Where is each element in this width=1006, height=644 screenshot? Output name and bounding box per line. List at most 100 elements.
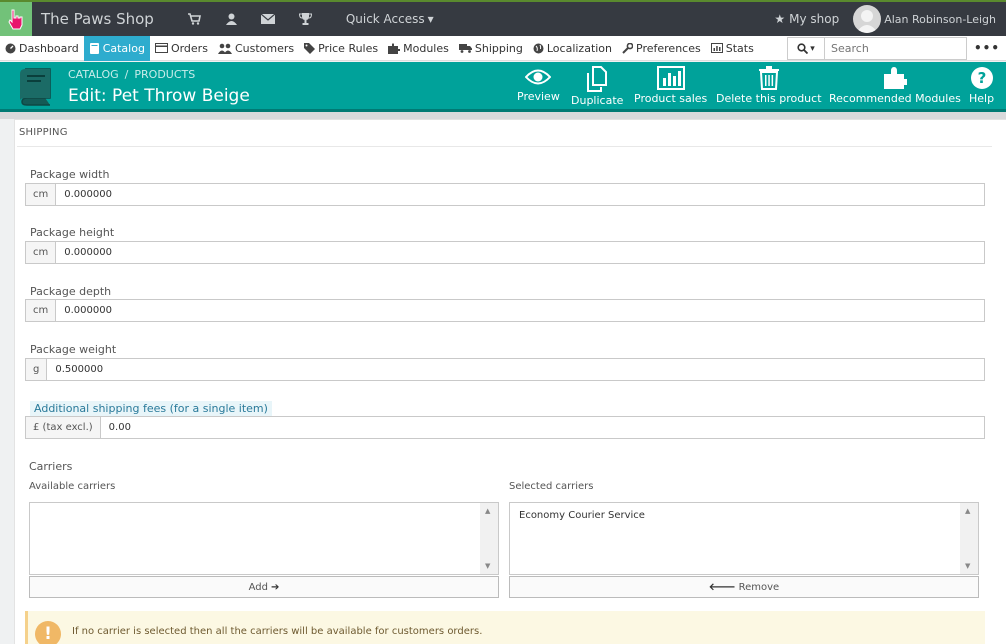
menu-item-label: Customers	[234, 41, 295, 55]
menu-item-localization[interactable]: Localization	[528, 36, 617, 61]
package-width-field[interactable]: cm 0.000000	[25, 183, 985, 206]
globe-icon	[533, 43, 544, 53]
scroll-down-icon[interactable]: ▼	[965, 562, 970, 570]
scroll-down-icon[interactable]: ▼	[485, 562, 490, 570]
package-weight-input[interactable]: 0.500000	[47, 359, 984, 380]
bar-chart-icon	[710, 43, 723, 53]
menu-item-stats[interactable]: Stats	[706, 36, 759, 61]
menu-item-customers[interactable]: Customers	[213, 36, 299, 61]
selected-carriers-label: Selected carriers	[509, 481, 594, 492]
recommended-modules-label: Recommended Modules	[829, 92, 961, 105]
search-scope-button[interactable]: ▾	[787, 37, 825, 60]
envelope-icon[interactable]	[250, 14, 287, 24]
menu-item-label: Orders	[170, 41, 208, 55]
delete-product-button[interactable]: Delete this product	[716, 66, 822, 105]
menu-item-catalog[interactable]: Catalog	[83, 35, 150, 61]
additional-fees-field[interactable]: £ (tax excl.) 0.00	[25, 416, 985, 439]
carriers-title: Carriers	[29, 460, 73, 473]
package-weight-label: Package weight	[30, 343, 117, 356]
caret-down-icon: ▾	[427, 12, 434, 26]
cart-icon[interactable]	[176, 13, 213, 25]
menu-item-label: Price Rules	[318, 41, 379, 55]
shop-name[interactable]: The Paws Shop	[41, 10, 154, 28]
available-carriers-label: Available carriers	[29, 481, 116, 492]
menu-item-shipping[interactable]: Shipping	[454, 36, 528, 61]
menu-item-preferences[interactable]: Preferences	[617, 36, 706, 61]
breadcrumb-catalog[interactable]: CATALOG	[68, 68, 119, 81]
add-carrier-button[interactable]: Add ➔	[29, 576, 499, 598]
arrow-left-icon: 🡐	[708, 582, 736, 593]
search-icon	[797, 43, 809, 54]
scroll-up-icon[interactable]: ▲	[965, 507, 970, 515]
package-height-input[interactable]: 0.000000	[56, 242, 984, 263]
main-menu: Dashboard Catalog Orders Customers Price…	[0, 35, 1006, 61]
package-weight-field[interactable]: g 0.500000	[25, 358, 985, 381]
warning-icon: !	[35, 621, 61, 644]
trophy-icon[interactable]	[287, 13, 324, 25]
product-sales-button[interactable]: Product sales	[634, 66, 707, 105]
page-title: Edit: Pet Throw Beige	[68, 86, 250, 106]
package-height-label: Package height	[30, 226, 115, 239]
star-icon: ★	[774, 12, 786, 26]
user-icon[interactable]	[213, 13, 250, 25]
help-button[interactable]: ? Help	[969, 66, 994, 105]
scroll-up-icon[interactable]: ▲	[485, 507, 490, 515]
remove-carrier-button[interactable]: 🡐 Remove	[509, 576, 979, 598]
menu-item-label: Dashboard	[19, 41, 79, 55]
recommended-modules-button[interactable]: Recommended Modules	[829, 66, 961, 105]
package-depth-field[interactable]: cm 0.000000	[25, 299, 985, 322]
eye-icon	[525, 69, 552, 85]
duplicate-label: Duplicate	[571, 94, 624, 107]
additional-fees-label[interactable]: Additional shipping fees (for a single i…	[30, 401, 272, 416]
avatar[interactable]	[853, 5, 882, 33]
menu-toggle-button[interactable]	[0, 2, 32, 36]
top-navbar: The Paws Shop Quick Access ▾ ★ My shop A…	[0, 0, 1006, 36]
additional-fees-input[interactable]: 0.00	[101, 417, 984, 438]
customers-icon	[217, 43, 232, 54]
menu-item-orders[interactable]: Orders	[150, 36, 213, 61]
help-label: Help	[969, 92, 995, 105]
preview-button[interactable]: Preview	[517, 66, 560, 103]
search-bar: ▾	[787, 37, 967, 60]
orders-icon	[154, 43, 168, 53]
my-shop-link[interactable]: ★ My shop	[774, 12, 839, 26]
list-item[interactable]: Economy Courier Service	[519, 510, 645, 521]
remove-label: Remove	[738, 581, 780, 593]
username[interactable]: Alan Robinson-Leigh	[884, 13, 996, 26]
puzzle-icon	[883, 67, 907, 89]
bar-chart-icon	[656, 66, 685, 90]
breadcrumb-products[interactable]: PRODUCTS	[134, 68, 195, 81]
preview-label: Preview	[517, 90, 560, 103]
menu-item-label: Stats	[725, 41, 754, 55]
more-menu-icon[interactable]: •••	[974, 41, 1000, 55]
package-height-field[interactable]: cm 0.000000	[25, 241, 985, 264]
book-icon	[20, 68, 51, 106]
puzzle-icon	[388, 42, 401, 54]
duplicate-button[interactable]: Duplicate	[571, 66, 623, 107]
selected-carriers-list[interactable]: Economy Courier Service ▲ ▼	[509, 502, 979, 575]
menu-item-dashboard[interactable]: Dashboard	[0, 36, 84, 61]
divider	[17, 146, 992, 147]
shipping-panel: SHIPPING Package width cm 0.000000 Packa…	[14, 119, 1006, 644]
arrow-right-icon: ➔	[270, 581, 280, 593]
trash-icon	[758, 66, 779, 90]
package-depth-input[interactable]: 0.000000	[56, 300, 984, 321]
add-label: Add	[248, 581, 268, 593]
menu-item-label: Localization	[546, 41, 613, 55]
dashboard-icon	[5, 43, 16, 53]
page-header: CATALOG / PRODUCTS Edit: Pet Throw Beige…	[0, 62, 1006, 112]
product-sales-label: Product sales	[634, 92, 708, 105]
search-input[interactable]	[825, 37, 967, 60]
scrollbar[interactable]: ▲ ▼	[960, 503, 978, 574]
menu-item-label: Shipping	[474, 41, 523, 55]
quick-access-dropdown[interactable]: Quick Access ▾	[346, 12, 434, 26]
package-width-input[interactable]: 0.000000	[56, 184, 984, 205]
scrollbar[interactable]: ▲ ▼	[480, 503, 498, 574]
help-icon: ?	[970, 67, 993, 89]
truck-icon	[458, 44, 472, 53]
currency-addon: £ (tax excl.)	[26, 417, 101, 438]
menu-item-modules[interactable]: Modules	[383, 36, 454, 61]
available-carriers-list[interactable]: ▲ ▼	[29, 502, 499, 575]
svg-text:?: ?	[977, 69, 986, 87]
menu-item-price-rules[interactable]: Price Rules	[299, 36, 383, 61]
